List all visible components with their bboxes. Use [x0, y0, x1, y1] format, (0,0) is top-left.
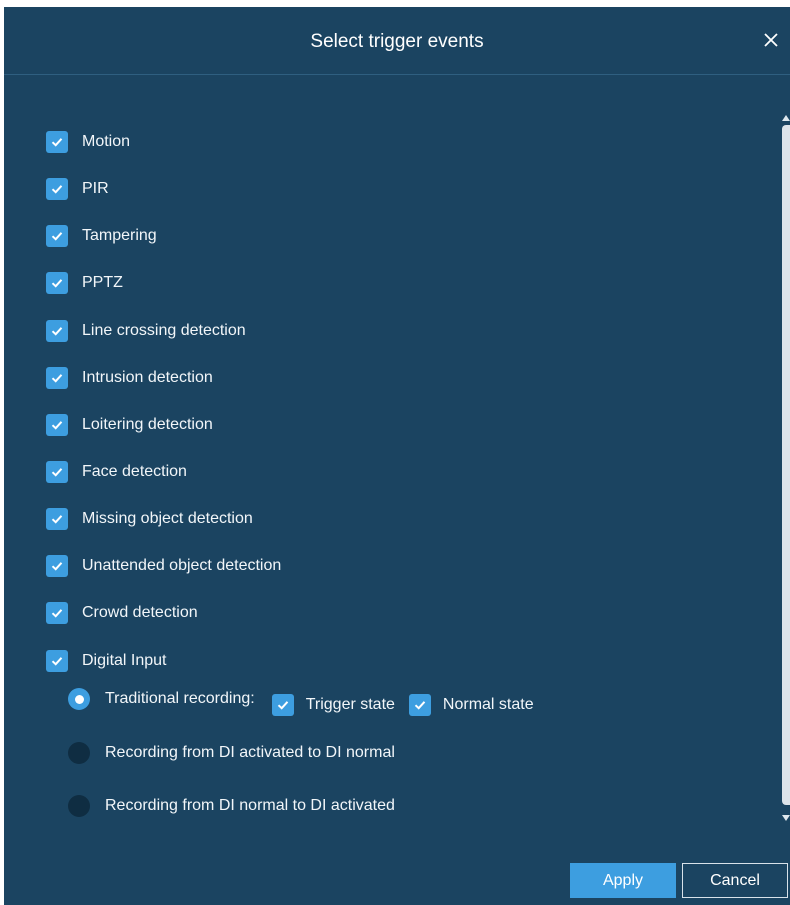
event-label: Face detection: [82, 463, 187, 480]
option-trigger-state[interactable]: Trigger state: [271, 694, 395, 716]
checkbox-checked-icon[interactable]: [46, 414, 68, 436]
dialog-title: Select trigger events: [310, 31, 484, 52]
event-label: Loitering detection: [82, 416, 213, 433]
event-label: Line crossing detection: [82, 322, 246, 339]
close-icon[interactable]: [762, 31, 780, 49]
trigger-events-dialog: Select trigger events Motion PIR Tamperi…: [4, 7, 790, 905]
event-label: Motion: [82, 133, 131, 150]
radio-unselected-icon[interactable]: [68, 742, 90, 764]
checkbox-checked-icon[interactable]: [408, 694, 431, 716]
event-pir[interactable]: PIR: [46, 177, 109, 201]
event-unattended-object[interactable]: Unattended object detection: [46, 554, 281, 578]
mode-label: Recording from DI normal to DI activated: [105, 797, 395, 814]
checkbox-checked-icon[interactable]: [46, 131, 68, 153]
checkbox-checked-icon[interactable]: [46, 272, 68, 294]
checkbox-checked-icon[interactable]: [46, 650, 68, 672]
event-label: Tampering: [82, 227, 157, 244]
event-label: Digital Input: [82, 652, 167, 669]
event-intrusion[interactable]: Intrusion detection: [46, 366, 213, 390]
event-label: Missing object detection: [82, 510, 253, 527]
checkbox-checked-icon[interactable]: [46, 367, 68, 389]
event-tampering[interactable]: Tampering: [46, 224, 157, 248]
checkbox-checked-icon[interactable]: [46, 225, 68, 247]
event-crowd[interactable]: Crowd detection: [46, 601, 198, 625]
scroll-down-arrow-icon[interactable]: [782, 815, 790, 821]
event-label: PIR: [82, 180, 109, 197]
mode-activated-to-normal[interactable]: Recording from DI activated to DI normal: [68, 741, 395, 765]
option-label: Normal state: [442, 696, 534, 713]
checkbox-checked-icon[interactable]: [46, 461, 68, 483]
event-motion[interactable]: Motion: [46, 130, 130, 154]
scrollbar[interactable]: [782, 125, 790, 805]
checkbox-checked-icon[interactable]: [46, 178, 68, 200]
event-line-crossing[interactable]: Line crossing detection: [46, 319, 246, 343]
mode-traditional-recording[interactable]: Traditional recording: Trigger state Nor…: [68, 687, 534, 716]
checkbox-checked-icon[interactable]: [46, 508, 68, 530]
checkbox-checked-icon[interactable]: [46, 320, 68, 342]
event-label: Unattended object detection: [82, 557, 282, 574]
radio-selected-icon[interactable]: [68, 688, 90, 710]
event-label: Intrusion detection: [82, 369, 213, 386]
apply-button[interactable]: Apply: [570, 863, 676, 898]
event-label: Crowd detection: [82, 604, 198, 621]
dialog-header: Select trigger events: [4, 7, 790, 75]
mode-label: Traditional recording:: [105, 690, 255, 707]
checkbox-checked-icon[interactable]: [46, 555, 68, 577]
radio-unselected-icon[interactable]: [68, 795, 90, 817]
event-loitering[interactable]: Loitering detection: [46, 413, 213, 437]
checkbox-checked-icon[interactable]: [271, 694, 294, 716]
option-label: Trigger state: [305, 696, 395, 713]
mode-label: Recording from DI activated to DI normal: [105, 744, 395, 761]
mode-normal-to-activated[interactable]: Recording from DI normal to DI activated: [68, 794, 395, 818]
event-digital-input[interactable]: Digital Input: [46, 649, 167, 673]
checkbox-checked-icon[interactable]: [46, 602, 68, 624]
event-label: PPTZ: [82, 274, 123, 291]
scroll-up-arrow-icon[interactable]: [782, 115, 790, 121]
event-list: Motion PIR Tampering PPTZ Line crossing …: [4, 75, 779, 825]
event-pptz[interactable]: PPTZ: [46, 271, 123, 295]
event-face[interactable]: Face detection: [46, 460, 187, 484]
option-normal-state[interactable]: Normal state: [408, 694, 534, 716]
event-missing-object[interactable]: Missing object detection: [46, 507, 253, 531]
cancel-button[interactable]: Cancel: [682, 863, 788, 898]
